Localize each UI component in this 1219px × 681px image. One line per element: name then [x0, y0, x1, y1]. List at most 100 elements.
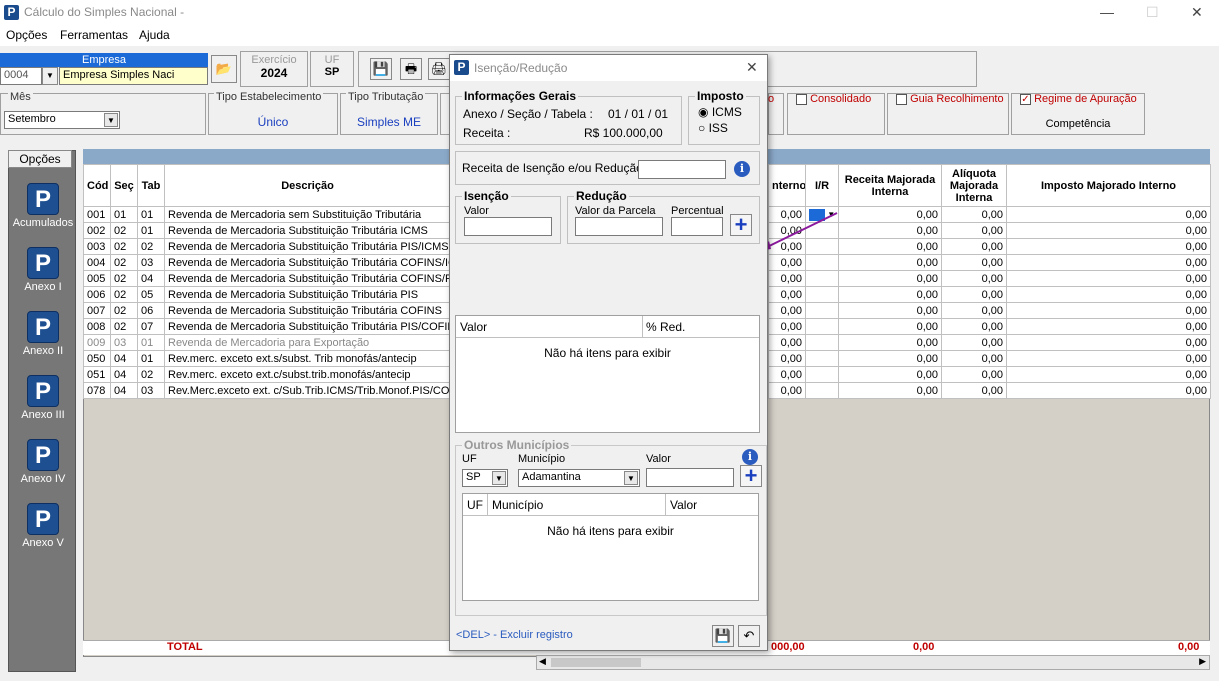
cell-sec[interactable]: 03 — [110, 334, 138, 351]
cell-tab[interactable]: 02 — [137, 366, 165, 383]
table-row[interactable]: 0,00 0,00 0,00 0,00 — [768, 366, 1211, 383]
table-row[interactable]: 003 02 02 Revenda de Mercadoria Substituiçã… — [83, 238, 451, 255]
cell-interno[interactable]: 0,00 — [768, 350, 806, 367]
cell-receita[interactable]: 0,00 — [838, 382, 942, 399]
cell-descricao[interactable]: Revenda de Mercadoria Substituição Tribu… — [164, 286, 451, 303]
cell-aliquota[interactable]: 0,00 — [941, 206, 1007, 223]
cell-sec[interactable]: 04 — [110, 382, 138, 399]
sidebar-item-anexo-2[interactable]: P Anexo II — [9, 311, 77, 357]
cell-aliquota[interactable]: 0,00 — [941, 222, 1007, 239]
table-row[interactable]: 0,00 0,00 0,00 0,00 — [768, 318, 1211, 335]
cell-cod[interactable]: 007 — [83, 302, 111, 319]
cell-descricao[interactable]: Rev.Merc.exceto ext. c/Sub.Trib.ICMS/Tri… — [164, 382, 451, 399]
cell-cod[interactable]: 005 — [83, 270, 111, 287]
checkmark-icon[interactable]: ✓ — [1020, 93, 1031, 105]
cell-imposto[interactable]: 0,00 — [1006, 382, 1211, 399]
chevron-down-icon[interactable]: ▼ — [624, 471, 638, 485]
table-row[interactable]: 006 02 05 Revenda de Mercadoria Substituiçã… — [83, 286, 451, 303]
col-sec[interactable]: Seç — [110, 164, 138, 207]
cell-ir[interactable] — [805, 286, 839, 303]
cell-receita[interactable]: 0,00 — [838, 318, 942, 335]
cell-sec[interactable]: 02 — [110, 302, 138, 319]
undo-icon[interactable]: ↶ — [738, 625, 760, 647]
cell-interno[interactable]: 0,00 — [768, 254, 806, 271]
cell-descricao[interactable]: Revenda de Mercadoria Substituição Tribu… — [164, 318, 451, 335]
table-row[interactable]: 004 02 03 Revenda de Mercadoria Substituiçã… — [83, 254, 451, 271]
cell-sec[interactable]: 04 — [110, 350, 138, 367]
col-ir[interactable]: I/R — [805, 164, 839, 207]
cell-imposto[interactable]: 0,00 — [1006, 302, 1211, 319]
cell-ir[interactable] — [805, 366, 839, 383]
add-municipio-button[interactable]: + — [740, 465, 762, 487]
cell-imposto[interactable]: 0,00 — [1006, 334, 1211, 351]
cell-receita[interactable]: 0,00 — [838, 254, 942, 271]
radio-unselected-icon[interactable]: ○ — [698, 121, 705, 135]
maximize-icon[interactable]: ☐ — [1146, 4, 1159, 21]
mes-select[interactable]: Setembro ▼ — [4, 111, 120, 129]
cell-receita[interactable]: 0,00 — [838, 206, 942, 223]
cell-ir[interactable] — [805, 334, 839, 351]
table-row[interactable]: 0,00 0,00 0,00 0,00 — [768, 286, 1211, 303]
radio-icms[interactable]: ◉ ICMS — [698, 105, 742, 119]
cell-aliquota[interactable]: 0,00 — [941, 286, 1007, 303]
sidebar-item-anexo-1[interactable]: P Anexo I — [9, 247, 77, 293]
cell-receita[interactable]: 0,00 — [838, 334, 942, 351]
cell-descricao[interactable]: Revenda de Mercadoria Substituição Tribu… — [164, 222, 451, 239]
table-row[interactable]: 005 02 04 Revenda de Mercadoria Substituiçã… — [83, 270, 451, 287]
cell-descricao[interactable]: Revenda de Mercadoria Substituição Tribu… — [164, 254, 451, 271]
cell-imposto[interactable]: 0,00 — [1006, 254, 1211, 271]
cell-descricao[interactable]: Revenda de Mercadoria Substituição Tribu… — [164, 238, 451, 255]
cell-ir[interactable] — [805, 318, 839, 335]
cell-ir[interactable] — [805, 302, 839, 319]
cell-aliquota[interactable]: 0,00 — [941, 254, 1007, 271]
list-col-uf[interactable]: UF — [467, 498, 483, 512]
list-col-red[interactable]: % Red. — [646, 320, 685, 334]
col-cod[interactable]: Cód — [83, 164, 111, 207]
cell-cod[interactable]: 002 — [83, 222, 111, 239]
cell-tab[interactable]: 01 — [137, 350, 165, 367]
print-icon[interactable]: 🖶 — [400, 58, 422, 80]
cell-tab[interactable]: 03 — [137, 382, 165, 399]
regime-checkbox[interactable]: ✓ Regime de Apuração — [1020, 93, 1137, 105]
municipio-valor-input[interactable] — [646, 468, 734, 487]
cell-sec[interactable]: 02 — [110, 318, 138, 335]
table-row[interactable]: 0,00 0,00 0,00 0,00 — [768, 382, 1211, 399]
cell-tab[interactable]: 01 — [137, 222, 165, 239]
minimize-icon[interactable]: — — [1100, 4, 1114, 20]
sidebar-header[interactable]: Opções — [8, 150, 72, 168]
cell-receita[interactable]: 0,00 — [838, 270, 942, 287]
cell-imposto[interactable]: 0,00 — [1006, 270, 1211, 287]
cell-interno[interactable]: 0,00 — [768, 366, 806, 383]
cell-tab[interactable]: 07 — [137, 318, 165, 335]
cell-sec[interactable]: 04 — [110, 366, 138, 383]
cell-sec[interactable]: 02 — [110, 238, 138, 255]
cell-cod[interactable]: 003 — [83, 238, 111, 255]
cell-cod[interactable]: 001 — [83, 206, 111, 223]
checkbox-icon[interactable] — [796, 93, 807, 105]
table-row[interactable]: 078 04 03 Rev.Merc.exceto ext. c/Sub.Trib.I… — [83, 382, 451, 399]
cell-aliquota[interactable]: 0,00 — [941, 270, 1007, 287]
table-row[interactable]: 0,00 0,00 0,00 0,00 — [768, 254, 1211, 271]
cell-sec[interactable]: 02 — [110, 286, 138, 303]
sidebar-item-anexo-4[interactable]: P Anexo IV — [9, 439, 77, 485]
list-col-valor[interactable]: Valor — [460, 320, 487, 334]
add-reducao-button[interactable]: + — [730, 214, 752, 236]
cell-receita[interactable]: 0,00 — [838, 350, 942, 367]
radio-selected-icon[interactable]: ◉ — [698, 105, 708, 119]
municipio-select[interactable]: Adamantina ▼ — [518, 469, 640, 487]
chevron-down-icon[interactable]: ▼ — [104, 113, 118, 127]
info-icon[interactable]: i — [734, 161, 750, 177]
scroll-left-icon[interactable]: ◀ — [539, 656, 546, 667]
table-row[interactable]: 0,00 0,00 0,00 0,00 — [768, 350, 1211, 367]
cell-tab[interactable]: 01 — [137, 334, 165, 351]
cell-interno[interactable]: 0,00 — [768, 334, 806, 351]
cell-cod[interactable]: 009 — [83, 334, 111, 351]
cell-receita[interactable]: 0,00 — [838, 238, 942, 255]
cell-imposto[interactable]: 0,00 — [1006, 206, 1211, 223]
col-receita-majorada[interactable]: Receita Majorada Interna — [838, 164, 942, 207]
cell-descricao[interactable]: Rev.merc. exceto ext.s/subst. Trib monof… — [164, 350, 451, 367]
consolidado-checkbox[interactable]: Consolidado — [796, 93, 871, 105]
empresa-spin-icon[interactable]: ▼ — [42, 67, 58, 85]
cell-receita[interactable]: 0,00 — [838, 366, 942, 383]
cell-cod[interactable]: 004 — [83, 254, 111, 271]
